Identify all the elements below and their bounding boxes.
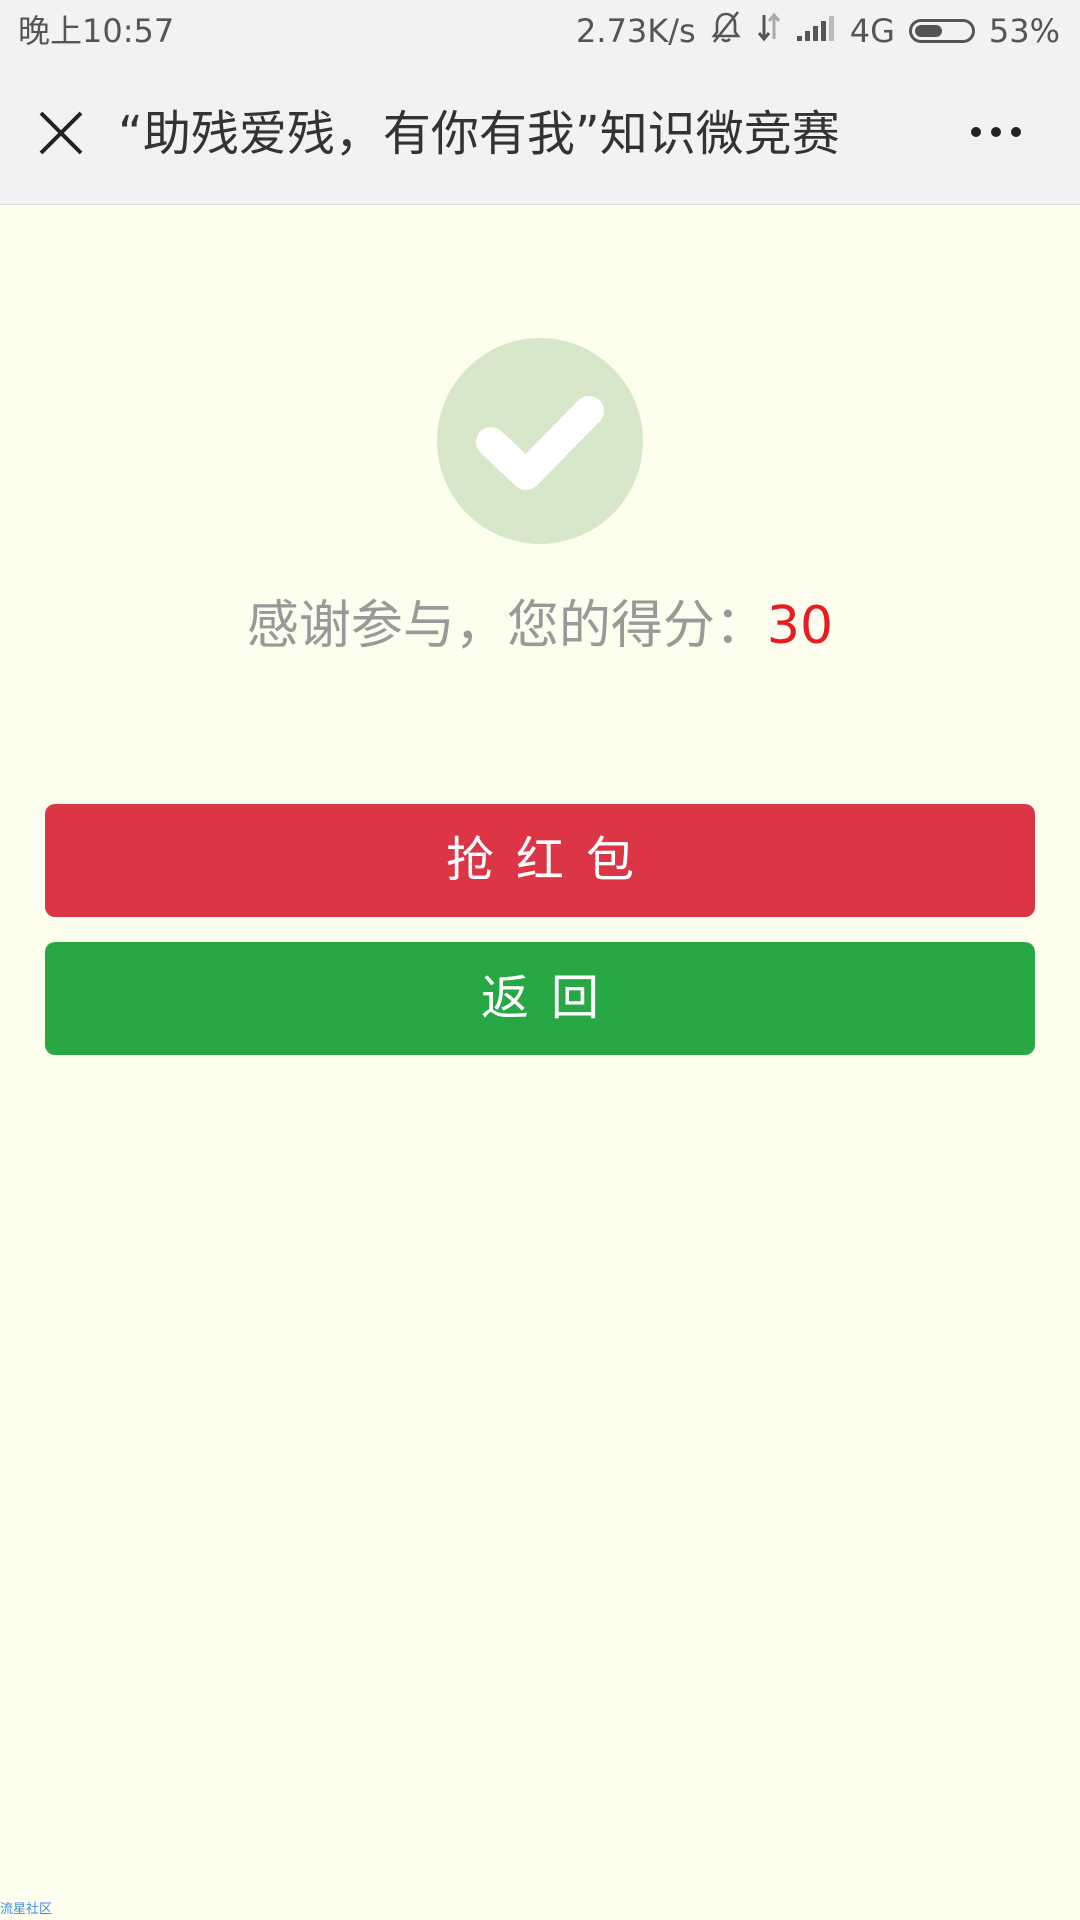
page-title: “助残爱残，有你有我”知识微竞赛 [118, 106, 840, 162]
network-speed: 2.73K/s [576, 12, 696, 50]
battery-icon [908, 19, 975, 43]
battery-percent: 53% [988, 12, 1060, 50]
watermark: 流星社区 [0, 1902, 53, 1917]
check-icon [476, 396, 604, 490]
bell-muted-icon [710, 10, 742, 52]
status-time: 晚上10:57 [18, 12, 175, 50]
network-type: 4G [849, 12, 895, 50]
signal-icon [796, 12, 836, 50]
score-message: 感谢参与，您的得分：30 [0, 588, 1080, 664]
status-bar: 晚上10:57 2.73K/s 4G 53% [0, 0, 1080, 62]
score-value: 30 [766, 596, 834, 656]
title-bar: “助残爱残，有你有我”知识微竞赛 [0, 62, 1080, 205]
status-indicators: 2.73K/s 4G 53% [562, 10, 1060, 52]
score-label: 感谢参与，您的得分： [246, 596, 767, 656]
battery-fill [914, 25, 942, 37]
close-icon[interactable] [38, 110, 84, 156]
success-badge [437, 338, 643, 544]
data-arrows-icon [756, 11, 782, 51]
red-packet-button[interactable]: 抢红包 [45, 804, 1035, 917]
back-button[interactable]: 返回 [45, 942, 1035, 1055]
more-icon[interactable] [968, 114, 1024, 150]
